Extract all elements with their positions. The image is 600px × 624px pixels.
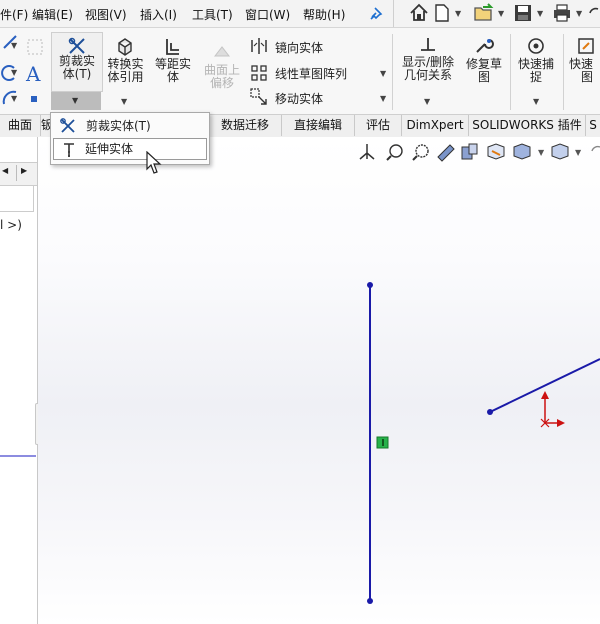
menu-view[interactable]: 视图(V) bbox=[85, 6, 127, 23]
scroll-right-icon[interactable]: ▶ bbox=[21, 166, 27, 175]
graphics-area[interactable]: ▼ ▼ bbox=[38, 137, 600, 624]
menu-window[interactable]: 窗口(W) bbox=[245, 6, 290, 23]
trim-entities-label: 剪裁实体(T) bbox=[86, 119, 151, 133]
chevron-down-icon[interactable]: ▼ bbox=[455, 9, 461, 18]
mouse-cursor-icon bbox=[146, 151, 162, 174]
pattern-icon[interactable] bbox=[250, 64, 268, 82]
trim-label-2: 体(T) bbox=[62, 67, 92, 81]
quick-view-label-2: 图 bbox=[581, 70, 594, 84]
offset-entities-button[interactable]: 等距实 体 bbox=[150, 32, 196, 94]
tab-surfaces[interactable]: 曲面 bbox=[0, 115, 41, 136]
trim-icon bbox=[68, 37, 85, 54]
divider bbox=[563, 34, 564, 110]
home-icon[interactable] bbox=[409, 3, 429, 23]
scroll-left-icon[interactable]: ◀ bbox=[2, 166, 8, 175]
trim-entities-button[interactable]: 剪裁实 体(T) bbox=[51, 32, 103, 92]
menu-help[interactable]: 帮助(H) bbox=[303, 6, 345, 23]
surface-offset-icon bbox=[213, 46, 231, 57]
print-icon[interactable] bbox=[552, 3, 572, 23]
surface-offset-label-2: 偏移 bbox=[209, 76, 234, 90]
chevron-down-icon[interactable]: ▼ bbox=[498, 9, 504, 18]
menu-edit[interactable]: 编辑(E) bbox=[32, 6, 73, 23]
chevron-down-icon[interactable]: ▼ bbox=[121, 97, 127, 106]
chevron-down-icon[interactable]: ▼ bbox=[380, 69, 386, 78]
chevron-down-icon[interactable]: ▼ bbox=[537, 9, 543, 18]
quick-view-button[interactable]: 快速 图 bbox=[566, 32, 600, 94]
mirror-entities-button[interactable]: 镜向实体 bbox=[275, 39, 323, 56]
tree-item-text[interactable]: l >) bbox=[0, 218, 22, 232]
tab-evaluate[interactable]: 评估 bbox=[355, 115, 402, 136]
extend-entities-label: 延伸实体 bbox=[85, 142, 134, 156]
chevron-down-icon[interactable]: ▼ bbox=[424, 97, 430, 106]
offset-label-2: 体 bbox=[166, 70, 179, 84]
trim-dropdown-toggle[interactable]: ▼ bbox=[51, 92, 101, 110]
relations-label-2: 几何关系 bbox=[403, 68, 452, 82]
quick-view-icon bbox=[578, 38, 594, 54]
point-icon[interactable] bbox=[31, 96, 37, 102]
divider bbox=[510, 34, 511, 110]
save-icon[interactable] bbox=[513, 3, 533, 23]
chevron-down-icon[interactable]: ▼ bbox=[11, 94, 17, 103]
chevron-down-icon[interactable]: ▼ bbox=[380, 94, 386, 103]
tab-data-migration[interactable]: 数据迁移 bbox=[209, 115, 282, 136]
tab-solidworks-addins[interactable]: SOLIDWORKS 插件 bbox=[469, 115, 586, 136]
linear-pattern-button[interactable]: 线性草图阵列 bbox=[275, 65, 347, 82]
repair-icon bbox=[476, 39, 494, 53]
quick-snaps-button[interactable]: 快速捕 捉 bbox=[514, 32, 558, 94]
sketch-origin-icon bbox=[540, 391, 565, 428]
move-entities-button[interactable]: 移动实体 bbox=[275, 90, 323, 107]
chevron-down-icon: ▼ bbox=[72, 96, 79, 105]
line-endpoint-top[interactable] bbox=[367, 282, 373, 288]
divider bbox=[393, 0, 394, 27]
display-delete-relations-button[interactable]: 显示/删除 几何关系 bbox=[397, 32, 459, 94]
menu-item-extend-entities[interactable]: 延伸实体 bbox=[53, 138, 207, 160]
tab-direct-editing[interactable]: 直接编辑 bbox=[282, 115, 355, 136]
line-endpoint-left[interactable] bbox=[487, 409, 493, 415]
panel-divider bbox=[0, 455, 36, 457]
chevron-down-icon[interactable]: ▼ bbox=[533, 97, 539, 106]
chevron-down-icon[interactable]: ▼ bbox=[11, 41, 17, 50]
new-file-icon[interactable] bbox=[433, 3, 451, 23]
tab-dimxpert[interactable]: DimXpert bbox=[402, 115, 469, 136]
extend-icon bbox=[64, 143, 74, 157]
repair-label-2: 图 bbox=[477, 70, 490, 84]
menu-item-trim-entities[interactable]: 剪裁实体(T) bbox=[53, 115, 207, 137]
pin-icon[interactable] bbox=[368, 5, 384, 21]
snaps-label-2: 捉 bbox=[529, 70, 542, 84]
convert-entities-button[interactable]: 转换实 体引用 bbox=[103, 32, 148, 94]
offset-on-surface-button[interactable]: 曲面上 偏移 bbox=[199, 44, 245, 94]
menu-insert[interactable]: 插入(I) bbox=[140, 6, 177, 23]
chevron-down-icon[interactable]: ▼ bbox=[11, 68, 17, 77]
convert-icon bbox=[118, 38, 132, 56]
open-icon[interactable] bbox=[473, 3, 495, 23]
panel-field bbox=[0, 185, 34, 212]
snap-icon bbox=[528, 38, 544, 54]
trim-icon bbox=[60, 118, 75, 133]
command-manager-ribbon: ▼ ▼ ▼ A 剪裁实 体(T) ▼ 转换实 体引用 ▼ 等距实 体 曲面上 偏… bbox=[0, 28, 600, 115]
line-endpoint-bottom[interactable] bbox=[367, 598, 373, 604]
grid-icon[interactable] bbox=[26, 38, 44, 56]
sketch-canvas[interactable] bbox=[38, 137, 600, 624]
text-icon[interactable]: A bbox=[26, 62, 40, 86]
mirror-icon[interactable] bbox=[250, 38, 268, 54]
offset-icon bbox=[166, 39, 179, 55]
feature-manager-panel: ◀ ▶ l >) bbox=[0, 137, 47, 624]
menu-file[interactable]: 件(F) bbox=[0, 6, 28, 23]
menu-tools[interactable]: 工具(T) bbox=[192, 6, 233, 23]
move-icon[interactable] bbox=[250, 88, 268, 106]
divider bbox=[392, 34, 393, 110]
undo-icon[interactable] bbox=[588, 3, 600, 23]
chevron-down-icon[interactable]: ▼ bbox=[576, 9, 582, 18]
panel-scroll-bar: ◀ ▶ bbox=[0, 162, 37, 186]
menu-bar: 件(F) 编辑(E) 视图(V) 插入(I) 工具(T) 窗口(W) 帮助(H)… bbox=[0, 0, 600, 28]
relations-icon bbox=[421, 38, 435, 51]
trim-dropdown-menu: 剪裁实体(T) 延伸实体 bbox=[50, 112, 210, 165]
convert-label-2: 体引用 bbox=[107, 70, 144, 84]
tab-more[interactable]: S bbox=[586, 115, 600, 136]
repair-sketch-button[interactable]: 修复草 图 bbox=[462, 32, 506, 94]
